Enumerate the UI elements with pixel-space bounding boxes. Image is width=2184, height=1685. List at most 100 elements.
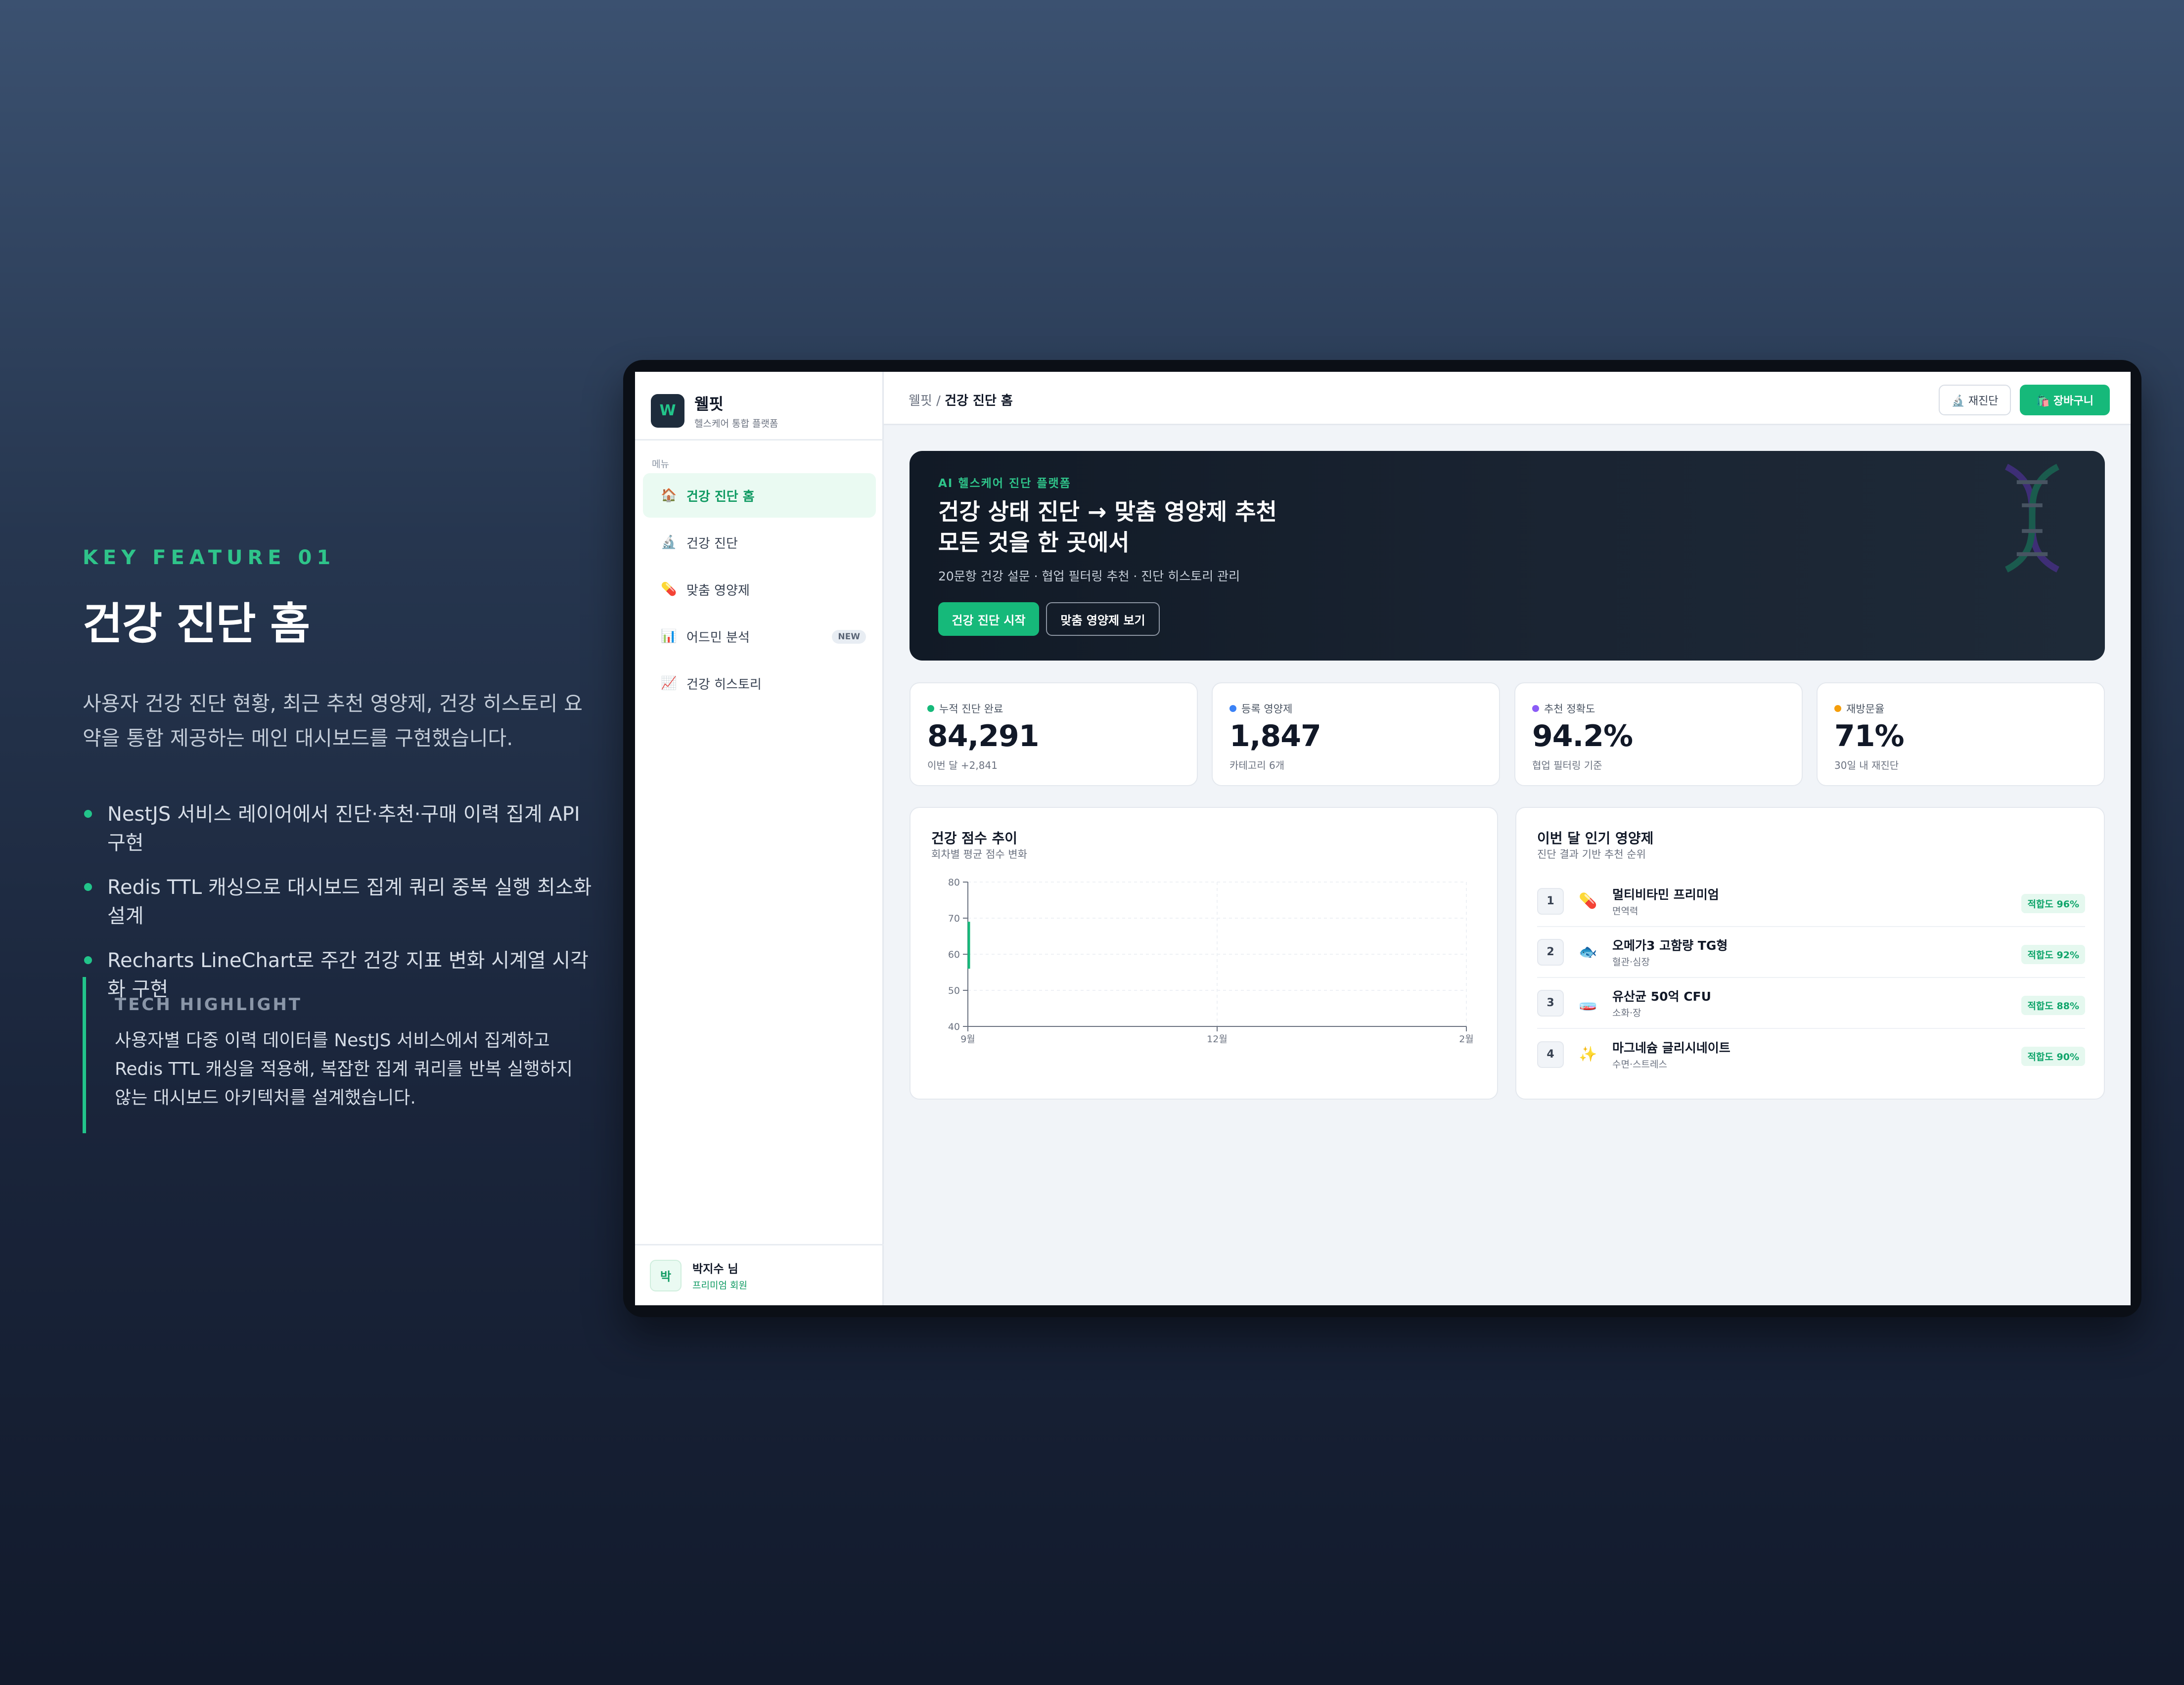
feature-bullet: NestJS 서비스 레이어에서 진단·추천·구매 이력 집계 API 구현 xyxy=(83,800,597,857)
supplement-category: 소화·장 xyxy=(1612,1008,1641,1019)
feature-title: 건강 진단 홈 xyxy=(83,598,310,649)
dna-icon xyxy=(2005,464,2059,573)
microscope-icon: 🔬 xyxy=(661,535,677,550)
rank-badge: 2 xyxy=(1537,938,1564,966)
feature-description: 사용자 건강 진단 현황, 최근 추천 영양제, 건강 히스토리 요약을 통합 … xyxy=(83,692,583,750)
supplement-category: 수면·스트레스 xyxy=(1612,1059,1667,1070)
status-dot-icon xyxy=(927,705,934,712)
x-tick-label: 2월 xyxy=(1459,1034,1474,1045)
view-supplements-button[interactable]: 맞춤 영양제 보기 xyxy=(1046,602,1160,636)
fit-badge: 적합도 90% xyxy=(2021,1047,2085,1066)
list-item[interactable]: 3 🧫 유산균 50억 CFU 소화·장 적합도 88% xyxy=(1537,978,2085,1029)
list-item[interactable]: 2 🐟 오메가3 고함량 TG형혈관·심장 적합도 92% xyxy=(1537,927,2085,978)
feature-bullets: NestJS 서비스 레이어에서 진단·추천·구매 이력 집계 API 구현 R… xyxy=(83,800,597,1004)
supplement-name: 멀티비타민 프리미엄 xyxy=(1612,887,1719,902)
sidebar-item-admin-analytics[interactable]: 📊 어드민 분석 NEW xyxy=(643,614,876,659)
supplement-category: 혈관·심장 xyxy=(1612,957,1650,968)
feature-bullet: Redis TTL 캐싱으로 대시보드 집계 쿼리 중복 실행 최소화 설계 xyxy=(83,873,597,931)
stat-card-total-diagnoses: 누적 진단 완료 84,291 이번 달 +2,841 xyxy=(910,682,1198,786)
hero-banner: AI 헬스케어 진단 플랫폼 건강 상태 진단 → 맞춤 영양제 추천 모든 것… xyxy=(910,451,2105,661)
new-badge: NEW xyxy=(832,630,866,644)
sidebar-item-label: 맞춤 영양제 xyxy=(686,583,750,598)
sidebar-item-label: 건강 진단 홈 xyxy=(686,489,755,504)
y-tick-label: 80 xyxy=(948,877,960,888)
breadcrumb-current: 건강 진단 홈 xyxy=(945,394,1013,408)
breadcrumb-root[interactable]: 웰핏 xyxy=(909,394,932,408)
sidebar: W 웰핏 헬스케어 통합 플랫폼 메뉴 🏠 건강 진단 홈 🔬 건강 진단 💊 … xyxy=(635,372,884,1305)
stat-value: 1,847 xyxy=(1229,719,1321,754)
sparkles-icon: ✨ xyxy=(1579,1046,1597,1063)
status-dot-icon xyxy=(1532,705,1539,712)
fit-badge: 적합도 96% xyxy=(2021,894,2085,913)
y-tick-label: 70 xyxy=(948,913,960,924)
petri-dish-icon: 🧫 xyxy=(1579,994,1597,1012)
supplement-name: 오메가3 고함량 TG형 xyxy=(1612,938,1728,953)
stat-card-recommendation-accuracy: 추천 정확도 94.2% 협업 필터링 기준 xyxy=(1514,682,1803,786)
brand-logo-icon: W xyxy=(651,394,684,428)
stat-note: 30일 내 재진단 xyxy=(1834,759,1899,771)
card-subtitle: 진단 결과 기반 추천 순위 xyxy=(1537,848,1646,860)
y-tick-label: 50 xyxy=(948,985,960,996)
supplement-category: 면역력 xyxy=(1612,906,1638,917)
fish-icon: 🐟 xyxy=(1579,943,1597,961)
rank-badge: 4 xyxy=(1537,1041,1564,1068)
status-dot-icon xyxy=(1834,705,1841,712)
tech-highlight: TECH HIGHLIGHT 사용자별 다중 이력 데이터를 NestJS 서비… xyxy=(83,977,577,1133)
fit-badge: 적합도 88% xyxy=(2021,996,2085,1015)
user-profile[interactable]: 박 박지수 님 프리미엄 회원 xyxy=(635,1244,884,1305)
popular-supplements-list: 1 💊 멀티비타민 프리미엄면역력 적합도 96% 2 🐟 오메가3 고함량 T… xyxy=(1537,876,2085,1080)
menu-label: 메뉴 xyxy=(652,459,669,470)
stat-value: 94.2% xyxy=(1532,719,1633,754)
rank-badge: 1 xyxy=(1537,887,1564,915)
breadcrumb: 웰핏 / 건강 진단 홈 xyxy=(909,391,1013,409)
bullet-dot-icon xyxy=(84,956,92,964)
stat-value: 84,291 xyxy=(927,719,1040,754)
breadcrumb-separator: / xyxy=(932,394,945,408)
feature-panel: KEY FEATURE 01 건강 진단 홈 사용자 건강 진단 현황, 최근 … xyxy=(83,546,597,1020)
stat-value: 71% xyxy=(1834,719,1905,754)
x-tick-label: 12월 xyxy=(1207,1034,1228,1045)
pill-icon: 💊 xyxy=(1579,892,1597,910)
y-tick-label: 40 xyxy=(948,1021,960,1032)
rediagnose-button[interactable]: 🔬 재진단 xyxy=(1939,385,2011,415)
sidebar-item-diagnosis[interactable]: 🔬 건강 진단 xyxy=(643,520,876,565)
fit-badge: 적합도 92% xyxy=(2021,945,2085,964)
popular-supplements-card: 이번 달 인기 영양제 진단 결과 기반 추천 순위 1 💊 멀티비타민 프리미… xyxy=(1515,807,2105,1100)
card-title: 이번 달 인기 영양제 xyxy=(1537,830,1654,846)
user-role: 프리미엄 회원 xyxy=(692,1280,747,1291)
avatar: 박 xyxy=(650,1259,682,1291)
supplement-name: 유산균 50억 CFU xyxy=(1612,989,1711,1004)
x-tick-label: 9월 xyxy=(960,1034,975,1045)
brand[interactable]: W 웰핏 헬스케어 통합 플랫폼 xyxy=(651,392,778,430)
tech-highlight-label: TECH HIGHLIGHT xyxy=(115,995,302,1015)
feature-eyebrow: KEY FEATURE 01 xyxy=(83,546,336,569)
sidebar-item-label: 건강 진단 xyxy=(686,536,738,551)
stat-note: 협업 필터링 기준 xyxy=(1532,759,1602,771)
bar-chart-icon: 📊 xyxy=(661,629,677,644)
rank-badge: 3 xyxy=(1537,989,1564,1017)
sidebar-item-home[interactable]: 🏠 건강 진단 홈 xyxy=(643,473,876,518)
start-diagnosis-button[interactable]: 건강 진단 시작 xyxy=(938,602,1039,636)
tech-highlight-text: 사용자별 다중 이력 데이터를 NestJS 서비스에서 집계하고 Redis … xyxy=(115,1030,573,1108)
brand-tagline: 헬스케어 통합 플랫폼 xyxy=(694,418,778,429)
stat-note: 이번 달 +2,841 xyxy=(927,759,998,771)
sidebar-item-history[interactable]: 📈 건강 히스토리 xyxy=(643,661,876,706)
bullet-dot-icon xyxy=(84,810,92,818)
pill-icon: 💊 xyxy=(661,582,677,597)
hero-title: 건강 상태 진단 → 맞춤 영양제 추천 모든 것을 한 곳에서 xyxy=(938,498,1277,556)
health-score-line-chart: 40 50 60 70 80 9월 12월 2월 xyxy=(948,877,1474,1045)
list-item[interactable]: 1 💊 멀티비타민 프리미엄면역력 적합도 96% xyxy=(1537,876,2085,927)
user-name: 박지수 님 xyxy=(692,1263,738,1276)
y-tick-label: 60 xyxy=(948,949,960,960)
cart-button[interactable]: 🛍️ 장바구니 xyxy=(2020,385,2110,415)
app-screen: W 웰핏 헬스케어 통합 플랫폼 메뉴 🏠 건강 진단 홈 🔬 건강 진단 💊 … xyxy=(635,372,2131,1305)
sidebar-item-label: 어드민 분석 xyxy=(686,630,750,645)
status-dot-icon xyxy=(1229,705,1236,712)
hero-kicker: AI 헬스케어 진단 플랫폼 xyxy=(938,477,1071,490)
topbar: 웰핏 / 건강 진단 홈 🔬 재진단 🛍️ 장바구니 xyxy=(884,372,2131,425)
sidebar-nav: 🏠 건강 진단 홈 🔬 건강 진단 💊 맞춤 영양제 📊 어드민 분석 NEW xyxy=(643,473,876,708)
stat-note: 카테고리 6개 xyxy=(1229,759,1285,771)
sidebar-item-supplements[interactable]: 💊 맞춤 영양제 xyxy=(643,567,876,612)
list-item[interactable]: 4 ✨ 마그네슘 글리시네이트 수면·스트레스 적합도 90% xyxy=(1537,1029,2085,1080)
sidebar-item-label: 건강 히스토리 xyxy=(686,677,762,692)
